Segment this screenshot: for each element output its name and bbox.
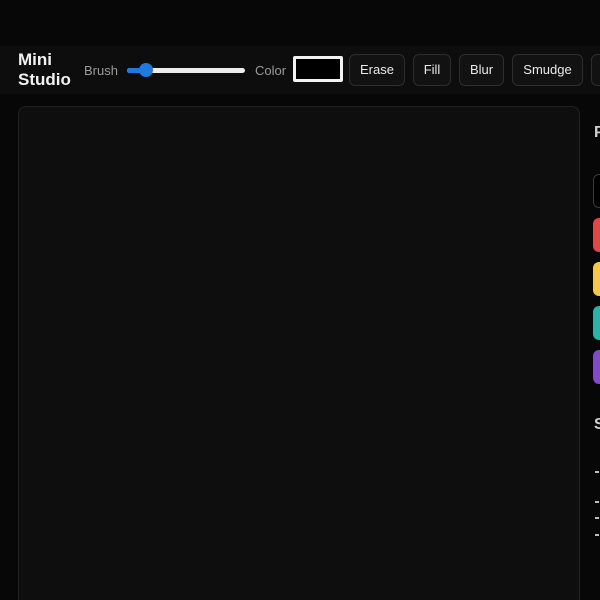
color-picker-swatch[interactable] bbox=[293, 56, 343, 82]
color-label: Color bbox=[255, 63, 287, 78]
app-title: Mini Studio bbox=[18, 50, 78, 90]
erase-button[interactable]: Erase bbox=[349, 54, 405, 86]
list-bullet bbox=[595, 471, 599, 473]
slider-thumb[interactable] bbox=[139, 63, 153, 77]
palette-swatch-black[interactable] bbox=[593, 174, 600, 208]
palette-swatch-teal[interactable] bbox=[593, 306, 600, 340]
sidebar-heading-second: S bbox=[594, 416, 600, 433]
partial-tool-button[interactable] bbox=[591, 54, 600, 86]
app-title-line-2: Studio bbox=[18, 70, 71, 89]
toolbar: Mini Studio Brush Color Erase Fill Blur … bbox=[0, 46, 600, 94]
list-bullet bbox=[595, 534, 599, 536]
drawing-canvas[interactable] bbox=[18, 106, 580, 600]
app-window: Mini Studio Brush Color Erase Fill Blur … bbox=[0, 0, 600, 600]
sidebar-heading-palette: P bbox=[594, 124, 600, 141]
app-title-line-1: Mini bbox=[18, 50, 52, 69]
list-bullet bbox=[595, 501, 599, 503]
palette-swatch-red[interactable] bbox=[593, 218, 600, 252]
blur-button[interactable]: Blur bbox=[459, 54, 504, 86]
list-bullet bbox=[595, 517, 599, 519]
palette-swatch-yellow[interactable] bbox=[593, 262, 600, 296]
brush-size-slider[interactable] bbox=[127, 62, 245, 78]
brush-label: Brush bbox=[84, 63, 118, 78]
smudge-button[interactable]: Smudge bbox=[512, 54, 583, 86]
palette-swatch-purple[interactable] bbox=[593, 350, 600, 384]
fill-button[interactable]: Fill bbox=[413, 54, 451, 86]
